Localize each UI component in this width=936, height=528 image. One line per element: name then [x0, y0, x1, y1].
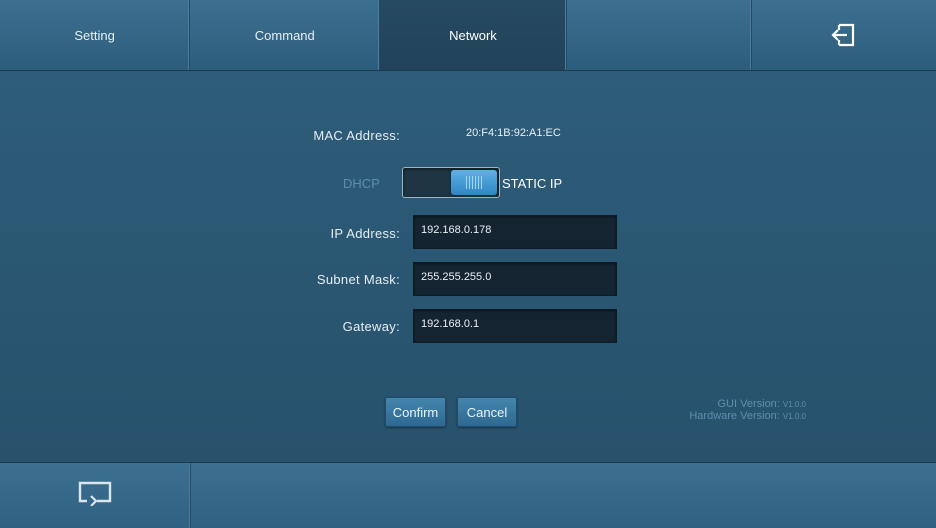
- tab-network-label: Network: [449, 27, 497, 43]
- gui-version-value: V1.0.0: [782, 400, 806, 409]
- gateway-label: Gateway:: [342, 319, 400, 334]
- gui-version: GUI Version: V1.0.0: [718, 398, 807, 410]
- confirm-button[interactable]: Confirm: [385, 397, 446, 427]
- dhcp-label: DHCP: [343, 176, 380, 191]
- subnet-mask-field[interactable]: 255.255.255.0: [413, 262, 617, 296]
- hardware-version-label: Hardware Version:: [689, 410, 780, 422]
- ip-address-label: IP Address:: [330, 226, 400, 241]
- tab-setting-label: Setting: [74, 27, 115, 43]
- tab-empty: [567, 0, 752, 70]
- tab-setting[interactable]: Setting: [0, 0, 191, 70]
- cancel-button[interactable]: Cancel: [457, 397, 517, 427]
- hardware-version-value: V1.0.0: [782, 412, 806, 421]
- return-button[interactable]: [0, 463, 191, 528]
- exit-icon: [831, 20, 857, 50]
- subnet-mask-label: Subnet Mask:: [316, 272, 400, 287]
- hardware-version: Hardware Version: V1.0.0: [689, 410, 806, 422]
- gui-version-label: GUI Version:: [717, 398, 780, 410]
- tab-command[interactable]: Command: [190, 0, 381, 70]
- static-ip-label: STATIC IP: [502, 176, 563, 191]
- dhcp-static-toggle[interactable]: [402, 167, 500, 198]
- gateway-field[interactable]: 192.168.0.1: [413, 309, 617, 343]
- tab-network[interactable]: Network: [380, 0, 567, 70]
- toggle-knob[interactable]: [451, 170, 497, 195]
- return-icon: [77, 480, 113, 511]
- exit-button[interactable]: [752, 0, 936, 70]
- grip-icon: [466, 176, 482, 189]
- mac-address-label: MAC Address:: [313, 128, 400, 143]
- mac-address-value: 20:F4:1B:92:A1:EC: [466, 127, 561, 139]
- ip-address-field[interactable]: 192.168.0.178: [413, 215, 617, 249]
- top-tab-bar: Setting Command Network: [0, 0, 936, 71]
- bottom-bar: [0, 462, 936, 528]
- tab-command-label: Command: [254, 27, 315, 43]
- network-settings-screen: Setting Command Network MAC Address: 20:…: [0, 0, 936, 528]
